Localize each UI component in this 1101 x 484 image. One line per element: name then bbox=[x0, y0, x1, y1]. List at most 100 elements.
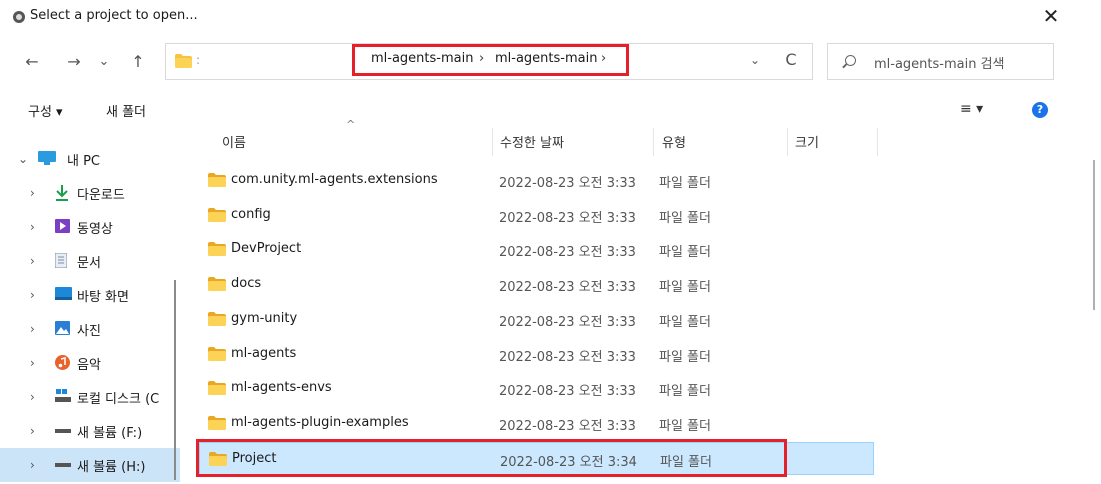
file-name: docs bbox=[231, 276, 262, 292]
sidebar-item-label: 새 볼륨 (F:) bbox=[77, 426, 143, 441]
file-type: 파일 폴더 bbox=[659, 349, 711, 365]
sidebar-item-label: 다운로드 bbox=[77, 188, 125, 203]
title-bar: Select a project to open... ✕ bbox=[0, 0, 1101, 34]
file-row[interactable]: ml-agents-envs 2022-08-23 오전 3:33 파일 폴더 bbox=[199, 372, 874, 405]
chevron-right-icon[interactable]: › bbox=[30, 356, 35, 370]
chevron-right-icon[interactable]: › bbox=[30, 186, 35, 200]
file-type: 파일 폴더 bbox=[659, 384, 711, 400]
file-row[interactable]: gym-unity 2022-08-23 오전 3:33 파일 폴더 bbox=[199, 303, 874, 336]
file-date: 2022-08-23 오전 3:33 bbox=[499, 384, 636, 400]
column-divider[interactable] bbox=[492, 128, 493, 156]
sidebar-item-label: 동영상 bbox=[77, 222, 113, 237]
file-row[interactable]: DevProject 2022-08-23 오전 3:33 파일 폴더 bbox=[199, 233, 874, 266]
back-button[interactable]: ← bbox=[22, 49, 42, 75]
pictures-icon bbox=[55, 321, 70, 335]
chevron-right-icon[interactable]: › bbox=[30, 458, 35, 472]
file-row[interactable]: ml-agents 2022-08-23 오전 3:33 파일 폴더 bbox=[199, 338, 874, 371]
sidebar-item-videos[interactable]: › 동영상 bbox=[0, 210, 180, 244]
sidebar-item-label: 문서 bbox=[77, 256, 101, 271]
sidebar-item-documents[interactable]: › 문서 bbox=[0, 244, 180, 278]
sidebar-item-desktop[interactable]: › 바탕 화면 bbox=[0, 278, 180, 312]
sort-indicator: ^ bbox=[346, 118, 356, 131]
folder-icon bbox=[208, 311, 226, 326]
close-button[interactable]: ✕ bbox=[1037, 3, 1065, 29]
search-box[interactable]: ml-agents-main 검색 bbox=[827, 43, 1054, 80]
folder-icon bbox=[208, 381, 226, 396]
file-name: com.unity.ml-agents.extensions bbox=[231, 172, 438, 187]
drive-icon bbox=[55, 457, 71, 471]
address-dropdown-button[interactable]: ⌄ bbox=[745, 53, 765, 73]
breadcrumb-item[interactable]: ml-agents-main bbox=[495, 51, 597, 66]
folder-icon bbox=[208, 415, 226, 430]
search-placeholder: ml-agents-main 검색 bbox=[874, 57, 1005, 72]
sidebar-item-downloads[interactable]: › 다운로드 bbox=[0, 176, 180, 210]
sidebar-scrollbar[interactable] bbox=[174, 280, 176, 480]
file-date: 2022-08-23 오전 3:33 bbox=[499, 349, 636, 365]
column-header-date[interactable]: 수정한 날짜 bbox=[500, 132, 564, 151]
breadcrumb-item[interactable]: ml-agents-main bbox=[371, 51, 473, 66]
document-icon bbox=[54, 252, 70, 269]
folder-icon bbox=[175, 54, 192, 68]
sidebar-item-local-disk-c[interactable]: › 로컬 디스크 (C bbox=[0, 380, 180, 414]
help-icon[interactable]: ? bbox=[1032, 102, 1048, 118]
file-name: DevProject bbox=[231, 241, 302, 257]
file-type: 파일 폴더 bbox=[659, 314, 711, 330]
sidebar-item-label: 바탕 화면 bbox=[77, 290, 129, 305]
selected-row-highlight bbox=[196, 439, 787, 477]
sidebar-item-volume-f[interactable]: › 새 볼륨 (F:) bbox=[0, 414, 180, 448]
column-header-size[interactable]: 크기 bbox=[795, 132, 819, 151]
sidebar-item-this-pc[interactable]: ⌄ 내 PC bbox=[0, 142, 180, 176]
desktop-icon bbox=[55, 287, 72, 301]
new-folder-button[interactable]: 새 폴더 bbox=[106, 101, 146, 120]
column-divider[interactable] bbox=[787, 128, 788, 156]
column-divider[interactable] bbox=[877, 128, 878, 156]
organize-button[interactable]: 구성 ▾ bbox=[28, 101, 63, 120]
app-icon bbox=[13, 11, 25, 23]
breadcrumb-separator[interactable]: › bbox=[601, 51, 606, 66]
file-name: config bbox=[231, 206, 271, 222]
sidebar-item-volume-h[interactable]: › 새 볼륨 (H:) bbox=[0, 448, 180, 482]
sidebar-item-pictures[interactable]: › 사진 bbox=[0, 312, 180, 346]
sidebar-item-label: 내 PC bbox=[67, 154, 101, 169]
sidebar-item-label: 음악 bbox=[77, 358, 101, 373]
sidebar-item-label: 사진 bbox=[77, 324, 101, 339]
folder-icon bbox=[208, 346, 226, 361]
chevron-right-icon[interactable]: › bbox=[30, 390, 35, 404]
file-date: 2022-08-23 오전 3:33 bbox=[499, 176, 636, 191]
refresh-button[interactable]: C bbox=[780, 50, 802, 74]
file-date: 2022-08-23 오전 3:33 bbox=[499, 280, 636, 296]
column-header-name[interactable]: 이름 bbox=[222, 132, 246, 151]
file-date: 2022-08-23 오전 3:33 bbox=[499, 210, 636, 226]
file-date: 2022-08-23 오전 3:33 bbox=[499, 314, 636, 330]
file-row[interactable]: ml-agents-plugin-examples 2022-08-23 오전 3… bbox=[199, 407, 874, 440]
download-icon bbox=[55, 185, 70, 201]
file-row[interactable]: config 2022-08-23 오전 3:33 파일 폴더 bbox=[199, 199, 874, 232]
forward-button[interactable]: → bbox=[64, 49, 84, 75]
file-name: ml-agents-envs bbox=[231, 380, 332, 396]
breadcrumb-separator[interactable]: › bbox=[479, 51, 484, 66]
chevron-right-icon[interactable]: › bbox=[30, 254, 35, 268]
up-button[interactable]: ↑ bbox=[128, 49, 148, 75]
chevron-right-icon[interactable]: › bbox=[30, 220, 35, 234]
chevron-right-icon[interactable]: › bbox=[30, 424, 35, 438]
file-row[interactable]: com.unity.ml-agents.extensions 2022-08-23… bbox=[199, 164, 874, 197]
folder-icon bbox=[208, 173, 226, 187]
sidebar-item-label: 로컬 디스크 (C bbox=[77, 392, 160, 407]
file-date: 2022-08-23 오전 3:33 bbox=[499, 245, 636, 261]
file-type: 파일 폴더 bbox=[659, 280, 711, 296]
sidebar-item-music[interactable]: › 음악 bbox=[0, 346, 180, 380]
file-list-scrollbar[interactable] bbox=[1093, 160, 1095, 310]
column-header-type[interactable]: 유형 bbox=[662, 132, 686, 151]
chevron-right-icon[interactable]: › bbox=[30, 288, 35, 302]
folder-icon bbox=[208, 277, 226, 292]
file-row[interactable]: docs 2022-08-23 오전 3:33 파일 폴더 bbox=[199, 268, 874, 301]
view-options-button[interactable]: ≡ ▾ bbox=[960, 101, 983, 117]
file-date: 2022-08-23 오전 3:33 bbox=[499, 418, 636, 434]
recent-locations-button[interactable]: ⌄ bbox=[96, 49, 112, 75]
sidebar-item-label: 새 볼륨 (H:) bbox=[77, 460, 146, 475]
file-type: 파일 폴더 bbox=[659, 210, 711, 226]
chevron-right-icon[interactable]: › bbox=[30, 322, 35, 336]
navigation-pane: ⌄ 내 PC › 다운로드 › 동영상 › 문서 › 바탕 화면 › 사진 › … bbox=[0, 126, 190, 484]
column-divider[interactable] bbox=[653, 128, 654, 156]
chevron-down-icon[interactable]: ⌄ bbox=[18, 152, 28, 166]
